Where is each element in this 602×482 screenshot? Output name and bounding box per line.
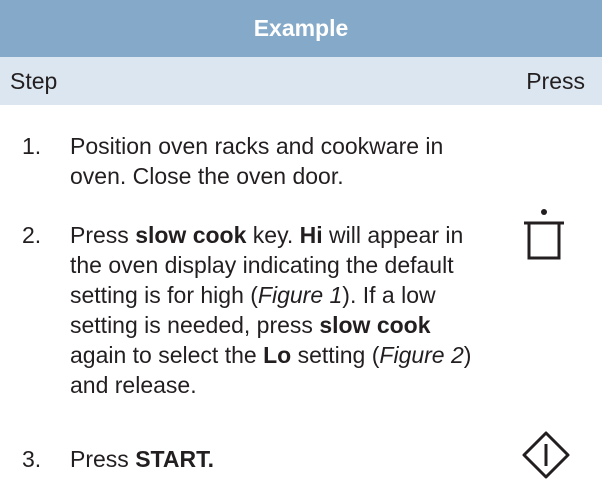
column-step-label: Step	[10, 68, 58, 94]
step-number: 1.	[22, 133, 42, 159]
display-hi: Hi	[299, 222, 323, 248]
slow-cook-pot-icon	[524, 209, 564, 260]
key-slow-cook: slow cook	[135, 222, 247, 248]
step-number: 2.	[22, 222, 42, 248]
header-title: Example	[253, 15, 349, 41]
step-text: Press slow cook key. Hi will appear in t…	[70, 222, 472, 398]
step-text: Position oven racks and cookware in oven…	[70, 133, 444, 189]
step-text: Press START.	[70, 446, 214, 472]
column-press-label: Press	[526, 68, 585, 94]
start-diamond-icon	[522, 431, 570, 479]
display-lo: Lo	[263, 342, 292, 368]
figure-ref-2: Figure 2	[379, 342, 464, 368]
figure-ref-1: Figure 1	[257, 282, 343, 308]
column-header-row: Step Press	[0, 57, 602, 105]
key-slow-cook: slow cook	[319, 312, 431, 338]
key-start: START.	[135, 446, 214, 472]
table-header: Example	[0, 0, 602, 57]
step-number: 3.	[22, 446, 42, 472]
